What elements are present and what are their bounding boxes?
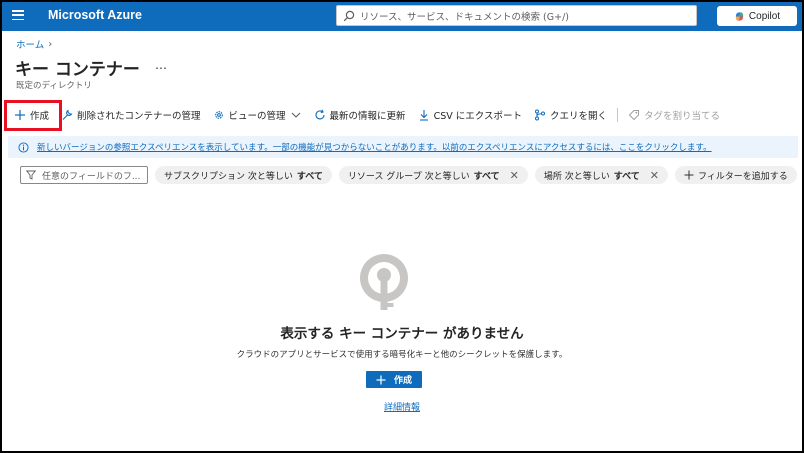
location-filter-pill[interactable]: 場所 次と等しい すべて ✕ xyxy=(534,166,668,184)
filter-input[interactable]: 任意のフィールドのフ... xyxy=(20,166,148,184)
search-placeholder: リソース、サービス、ドキュメントの検索 (G+/) xyxy=(360,11,569,23)
add-filter-label: フィルターを追加する xyxy=(697,171,788,182)
plus-icon xyxy=(684,170,694,180)
export-csv-label: CSV にエクスポート xyxy=(433,111,522,122)
copilot-label: Copilot xyxy=(748,10,781,22)
breadcrumb-home-link[interactable]: ホーム xyxy=(16,37,44,51)
copilot-icon xyxy=(735,11,744,21)
page-title: キー コンテナー xyxy=(15,60,140,80)
empty-state-description: クラウドのアプリとサービスで使用する暗号化キーと他のシークレットを保護します。 xyxy=(236,350,568,360)
refresh-icon xyxy=(315,109,325,120)
empty-state-title: 表示する キー コンテナー がありません xyxy=(280,326,524,342)
command-bar: 作成 削除されたコンテナーの管理 ビューの管理 最新の情報に更新 CSV にエク… xyxy=(8,105,726,125)
subscription-filter-value: すべて xyxy=(296,171,323,182)
chevron-down-icon xyxy=(291,112,300,118)
location-filter-label: 場所 次と等しい xyxy=(543,171,610,182)
refresh-label: 最新の情報に更新 xyxy=(329,111,406,122)
plus-icon xyxy=(15,110,25,120)
filter-placeholder: 任意のフィールドのフ... xyxy=(42,171,141,182)
filter-icon xyxy=(26,170,36,180)
create-button[interactable]: 作成 xyxy=(8,105,55,125)
manage-deleted-label: 削除されたコンテナーの管理 xyxy=(77,111,201,122)
info-banner: 新しいバージョンの参照エクスペリエンスを表示しています。一部の機能が見つからない… xyxy=(8,136,798,158)
tag-icon xyxy=(628,110,639,121)
location-filter-value: すべて xyxy=(613,171,640,182)
subscription-filter-pill[interactable]: サブスクリプション 次と等しい すべて xyxy=(155,166,332,184)
banner-link[interactable]: 新しいバージョンの参照エクスペリエンスを表示しています。一部の機能が見つからない… xyxy=(37,141,712,153)
manage-deleted-vaults-button[interactable]: 削除されたコンテナーの管理 xyxy=(55,105,207,125)
resource-group-filter-value: すべて xyxy=(473,171,500,182)
gear-icon xyxy=(214,111,223,119)
learn-more-link[interactable]: 詳細情報 xyxy=(0,400,804,413)
subscription-filter-label: サブスクリプション 次と等しい xyxy=(164,171,293,182)
chevron-right-icon: › xyxy=(48,38,53,50)
page-subtitle: 既定のディレクトリ xyxy=(16,81,92,91)
export-csv-button[interactable]: CSV にエクスポート xyxy=(412,105,528,125)
open-query-button[interactable]: クエリを開く xyxy=(528,105,613,125)
wrench-icon xyxy=(62,109,73,120)
create-primary-label: 作成 xyxy=(393,376,412,386)
toolbar-divider xyxy=(616,108,618,122)
resource-group-filter-label: リソース グループ 次と等しい xyxy=(347,171,470,182)
open-query-label: クエリを開く xyxy=(549,111,607,122)
info-icon xyxy=(18,141,29,153)
breadcrumb: ホーム › xyxy=(16,37,53,52)
manage-view-label: ビューの管理 xyxy=(228,111,286,122)
search-icon xyxy=(343,10,355,21)
create-primary-button[interactable]: 作成 xyxy=(366,371,422,388)
create-label: 作成 xyxy=(30,111,50,122)
download-icon xyxy=(419,110,428,121)
filter-bar: 任意のフィールドのフ... サブスクリプション 次と等しい すべて リソース グ… xyxy=(20,166,797,184)
close-icon[interactable]: ✕ xyxy=(510,169,519,182)
top-bar: Microsoft Azure リソース、サービス、ドキュメントの検索 (G+/… xyxy=(0,0,804,31)
more-options-icon[interactable]: … xyxy=(155,58,168,72)
plus-icon xyxy=(376,375,386,384)
add-filter-button[interactable]: フィルターを追加する xyxy=(674,166,797,184)
refresh-button[interactable]: 最新の情報に更新 xyxy=(308,105,412,125)
global-search-input[interactable]: リソース、サービス、ドキュメントの検索 (G+/) xyxy=(336,5,697,26)
close-icon[interactable]: ✕ xyxy=(650,169,659,182)
copilot-button[interactable]: Copilot xyxy=(717,6,797,26)
hamburger-menu-icon[interactable] xyxy=(12,10,24,20)
assign-tags-label: タグを割り当てる xyxy=(643,111,720,122)
manage-view-button[interactable]: ビューの管理 xyxy=(207,105,308,125)
brand-title[interactable]: Microsoft Azure xyxy=(48,8,142,22)
query-icon xyxy=(534,109,545,121)
assign-tags-button[interactable]: タグを割り当てる xyxy=(622,105,726,125)
resource-group-filter-pill[interactable]: リソース グループ 次と等しい すべて ✕ xyxy=(338,166,528,184)
key-vault-empty-icon xyxy=(360,254,408,310)
